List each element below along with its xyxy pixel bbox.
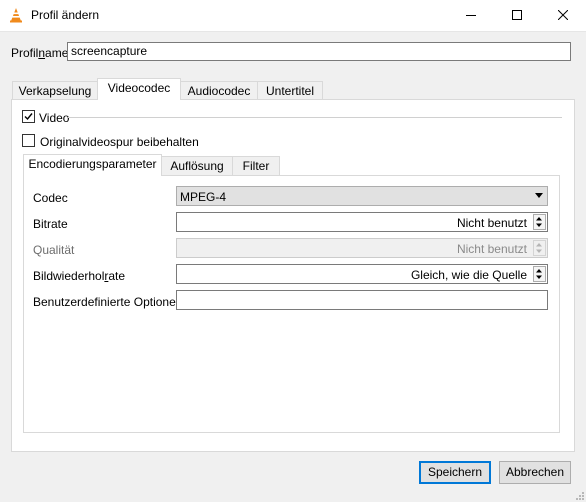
profile-label-post: ame (45, 46, 69, 60)
checkmark-icon (24, 113, 33, 121)
minimize-icon (466, 15, 476, 16)
video-checkbox-label: Video (39, 111, 70, 125)
framerate-value: Gleich, wie die Quelle (410, 268, 527, 282)
custom-options-input[interactable] (176, 290, 548, 310)
tab-audiocodec[interactable]: Audiocodec (180, 81, 258, 101)
save-button[interactable]: Speichern (419, 461, 491, 484)
tab-verkapselung[interactable]: Verkapselung (12, 81, 98, 101)
close-icon (558, 10, 568, 20)
quality-spinbox[interactable]: Nicht benutzt (176, 238, 548, 258)
framerate-label-post: ate (108, 269, 126, 283)
profile-label-pre: Profil (11, 46, 39, 60)
framerate-label: Bildwiederholrate (33, 269, 125, 283)
spin-arrows-icon (536, 269, 542, 279)
chevron-down-icon (535, 193, 543, 198)
spin-arrows-icon (536, 243, 542, 253)
keep-original-label: Originalvideospur beibehalten (40, 135, 199, 149)
video-checkbox[interactable] (22, 110, 35, 123)
custom-options-label: Benutzerdefinierte Optionen (33, 295, 183, 309)
vlc-cone-icon (10, 8, 22, 23)
subtab-filter[interactable]: Filter (232, 156, 280, 176)
minimize-button[interactable] (448, 0, 494, 31)
codec-value: MPEG-4 (180, 190, 227, 204)
tab-untertitel[interactable]: Untertitel (257, 81, 323, 101)
bitrate-spinbox[interactable]: Nicht benutzt (176, 212, 548, 232)
spin-arrows-icon (536, 217, 542, 227)
window-title: Profil ändern (31, 8, 100, 22)
codec-select[interactable]: MPEG-4 (176, 186, 548, 206)
resize-grip-icon[interactable] (574, 490, 584, 500)
group-divider (68, 117, 562, 118)
cancel-button[interactable]: Abbrechen (499, 461, 571, 484)
quality-value: Nicht benutzt (456, 242, 527, 256)
bitrate-label: Bitrate (33, 217, 68, 231)
maximize-icon (512, 10, 522, 20)
keep-original-checkbox[interactable] (22, 134, 35, 147)
title-bar: Profil ändern (0, 0, 586, 32)
quality-spin-buttons[interactable] (533, 240, 546, 256)
quality-label: Qualität (33, 243, 75, 257)
close-button[interactable] (540, 0, 586, 31)
profile-name-input[interactable]: screencapture (67, 42, 571, 61)
maximize-button[interactable] (494, 0, 540, 31)
bitrate-value: Nicht benutzt (456, 216, 527, 230)
tab-videocodec[interactable]: Videocodec (97, 78, 181, 100)
framerate-label-pre: Bildwiederhol (33, 269, 105, 283)
profile-name-label: Profilname (11, 46, 68, 60)
framerate-spin-buttons[interactable] (533, 266, 546, 282)
codec-label: Codec (33, 191, 68, 205)
subtab-encodierungsparameter[interactable]: Encodierungsparameter (23, 154, 162, 176)
subtab-aufloesung[interactable]: Auflösung (161, 156, 233, 176)
framerate-spinbox[interactable]: Gleich, wie die Quelle (176, 264, 548, 284)
bitrate-spin-buttons[interactable] (533, 214, 546, 230)
